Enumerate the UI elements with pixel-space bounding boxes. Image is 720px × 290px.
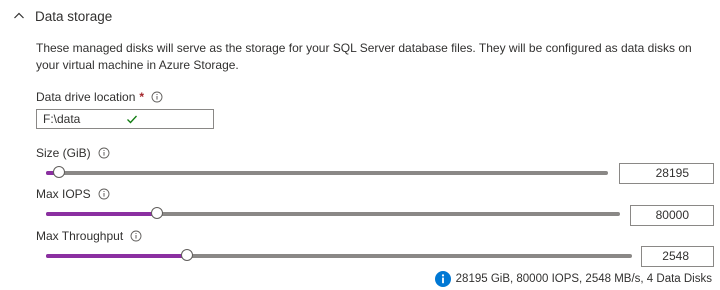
data-drive-location-value: F:\data	[43, 112, 81, 126]
max-iops-label: Max IOPS	[36, 187, 110, 201]
required-marker: *	[139, 90, 145, 104]
section-header-data-storage[interactable]: Data storage	[13, 6, 112, 26]
checkmark-icon	[126, 113, 209, 125]
chevron-up-icon[interactable]	[13, 10, 25, 22]
max-iops-label-text: Max IOPS	[36, 187, 91, 201]
max-throughput-label: Max Throughput	[36, 229, 142, 243]
slider-fill	[46, 212, 157, 216]
info-filled-icon	[434, 271, 451, 287]
slider-thumb[interactable]	[180, 249, 193, 261]
info-icon[interactable]	[151, 91, 163, 103]
slider-thumb[interactable]	[53, 166, 66, 178]
data-drive-location-label-text: Data drive location	[36, 90, 136, 104]
info-icon[interactable]	[98, 147, 110, 159]
max-iops-value-input[interactable]: 80000	[630, 205, 714, 226]
section-title: Data storage	[35, 8, 113, 24]
size-label-text: Size (GiB)	[36, 146, 91, 160]
slider-fill	[46, 254, 187, 258]
info-icon[interactable]	[98, 188, 110, 200]
size-value-input[interactable]: 28195	[619, 163, 714, 184]
slider-track[interactable]	[46, 171, 608, 175]
max-iops-slider[interactable]	[46, 206, 620, 222]
data-drive-location-input[interactable]: F:\data	[36, 109, 214, 129]
summary-text: 28195 GiB, 80000 IOPS, 2548 MB/s, 4 Data…	[455, 273, 712, 285]
max-throughput-value-input[interactable]: 2548	[641, 246, 714, 267]
info-icon[interactable]	[130, 230, 142, 242]
max-throughput-label-text: Max Throughput	[36, 229, 124, 243]
slider-thumb[interactable]	[150, 207, 163, 219]
section-description: These managed disks will serve as the st…	[36, 41, 692, 72]
max-throughput-slider[interactable]	[46, 248, 632, 264]
storage-summary: 28195 GiB, 80000 IOPS, 2548 MB/s, 4 Data…	[434, 271, 712, 287]
size-slider[interactable]	[46, 165, 608, 181]
size-label: Size (GiB)	[36, 146, 110, 160]
data-drive-location-label: Data drive location *	[36, 90, 163, 104]
